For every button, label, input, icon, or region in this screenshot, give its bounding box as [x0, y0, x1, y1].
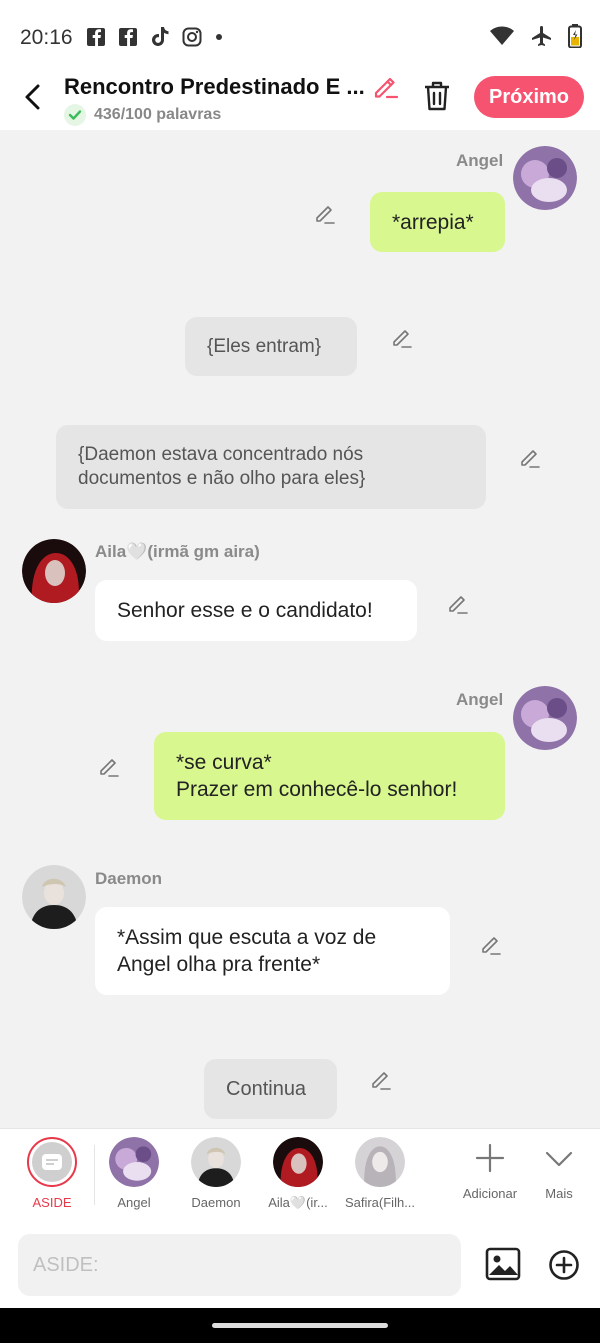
trash-icon: [425, 81, 449, 111]
chevron-down-icon: [545, 1151, 573, 1167]
image-button[interactable]: [485, 1247, 521, 1286]
aside-bubble[interactable]: {Daemon estava concentrado nós documento…: [56, 425, 486, 509]
character-aila[interactable]: Aila🤍(ir...: [258, 1137, 338, 1211]
character-label: Daemon: [191, 1195, 241, 1210]
instagram-icon: [182, 27, 202, 47]
pencil-icon: [521, 450, 540, 468]
sender-name: Daemon: [95, 869, 163, 888]
avatar: [273, 1137, 323, 1187]
sender-name: Angel: [456, 151, 504, 170]
chat-area: Angel *arrepia* {Eles entram} {Daemon es…: [0, 130, 600, 1128]
next-button[interactable]: Próximo: [474, 76, 584, 118]
aside-bubble[interactable]: Continua: [204, 1059, 337, 1119]
home-indicator[interactable]: [212, 1323, 388, 1328]
character-label: Safira(Filh...: [344, 1195, 416, 1210]
status-bar: 20:16: [0, 0, 600, 72]
avatar: [191, 1137, 241, 1187]
battery-icon: [568, 24, 582, 48]
pencil-icon: [100, 759, 119, 777]
avatar: [355, 1137, 405, 1187]
input-bar: ASIDE:: [0, 1224, 600, 1308]
character-label: Angel: [117, 1195, 151, 1210]
word-count-label: 436/100 palavras: [94, 106, 222, 123]
avatar[interactable]: [22, 539, 86, 603]
edit-message-button[interactable]: [314, 202, 336, 224]
image-icon: [485, 1247, 521, 1281]
edit-message-button[interactable]: [391, 326, 413, 348]
avatar: [109, 1137, 159, 1187]
chevron-left-icon: [25, 84, 40, 110]
pencil-icon: [482, 937, 501, 955]
edit-message-button[interactable]: [98, 755, 120, 777]
facebook-icon: [119, 28, 137, 46]
character-label: ASIDE: [32, 1195, 72, 1210]
pencil-icon: [449, 596, 468, 614]
divider: [94, 1145, 95, 1205]
plus-circle-icon: [549, 1250, 579, 1280]
delete-button[interactable]: [422, 80, 452, 117]
edit-message-button[interactable]: [370, 1068, 392, 1090]
add-character-button[interactable]: Adicionar: [458, 1137, 522, 1201]
top-bar: Rencontro Predestinado E ... 436/100 pal…: [0, 72, 600, 130]
edit-title-button[interactable]: [372, 72, 400, 105]
character-aside[interactable]: ASIDE: [22, 1137, 82, 1210]
message-input[interactable]: ASIDE:: [18, 1234, 461, 1296]
edit-message-button[interactable]: [480, 933, 502, 955]
story-title[interactable]: Rencontro Predestinado E ...: [64, 74, 365, 100]
pencil-icon: [374, 77, 399, 99]
airplane-icon: [532, 26, 551, 46]
sender-name: Aila🤍(irmã gm aira): [95, 542, 260, 561]
sender-name: Angel: [456, 690, 504, 709]
status-time: 20:16: [20, 26, 73, 49]
character-angel[interactable]: Angel: [104, 1137, 164, 1210]
facebook-icon: [87, 28, 105, 46]
edit-message-button[interactable]: [447, 592, 469, 614]
tiktok-icon: [152, 27, 169, 46]
dot-icon: [216, 34, 222, 40]
character-daemon[interactable]: Daemon: [186, 1137, 246, 1210]
avatar[interactable]: [22, 865, 86, 929]
message-bubble[interactable]: *se curva* Prazer em conhecê-lo senhor!: [154, 732, 505, 820]
word-count: 436/100 palavras: [64, 104, 221, 126]
add-label: Adicionar: [462, 1186, 518, 1201]
pencil-icon: [316, 206, 335, 224]
message-bubble[interactable]: Senhor esse e o candidato!: [95, 580, 417, 641]
character-label: Aila🤍(ir...: [268, 1195, 328, 1210]
plus-icon: [475, 1143, 505, 1173]
aside-bubble[interactable]: {Eles entram}: [185, 317, 357, 376]
edit-message-button[interactable]: [519, 446, 541, 468]
message-bubble[interactable]: *arrepia*: [370, 192, 505, 252]
aside-avatar: [27, 1137, 77, 1187]
avatar[interactable]: [513, 146, 577, 210]
pencil-icon: [393, 330, 412, 348]
check-icon: [64, 104, 86, 126]
system-nav-bar: [0, 1308, 600, 1343]
pencil-icon: [372, 1072, 391, 1090]
add-button[interactable]: [548, 1249, 580, 1286]
more-label: Mais: [545, 1186, 573, 1201]
message-bubble[interactable]: *Assim que escuta a voz de Angel olha pr…: [95, 907, 450, 995]
wifi-icon: [490, 26, 514, 45]
character-bar: ASIDE Angel Daemon Aila🤍(ir... Safira(Fi…: [0, 1128, 600, 1224]
avatar[interactable]: [513, 686, 577, 750]
back-button[interactable]: [20, 82, 46, 112]
character-safira[interactable]: Safira(Filh...: [340, 1137, 420, 1210]
more-button[interactable]: Mais: [534, 1137, 584, 1201]
